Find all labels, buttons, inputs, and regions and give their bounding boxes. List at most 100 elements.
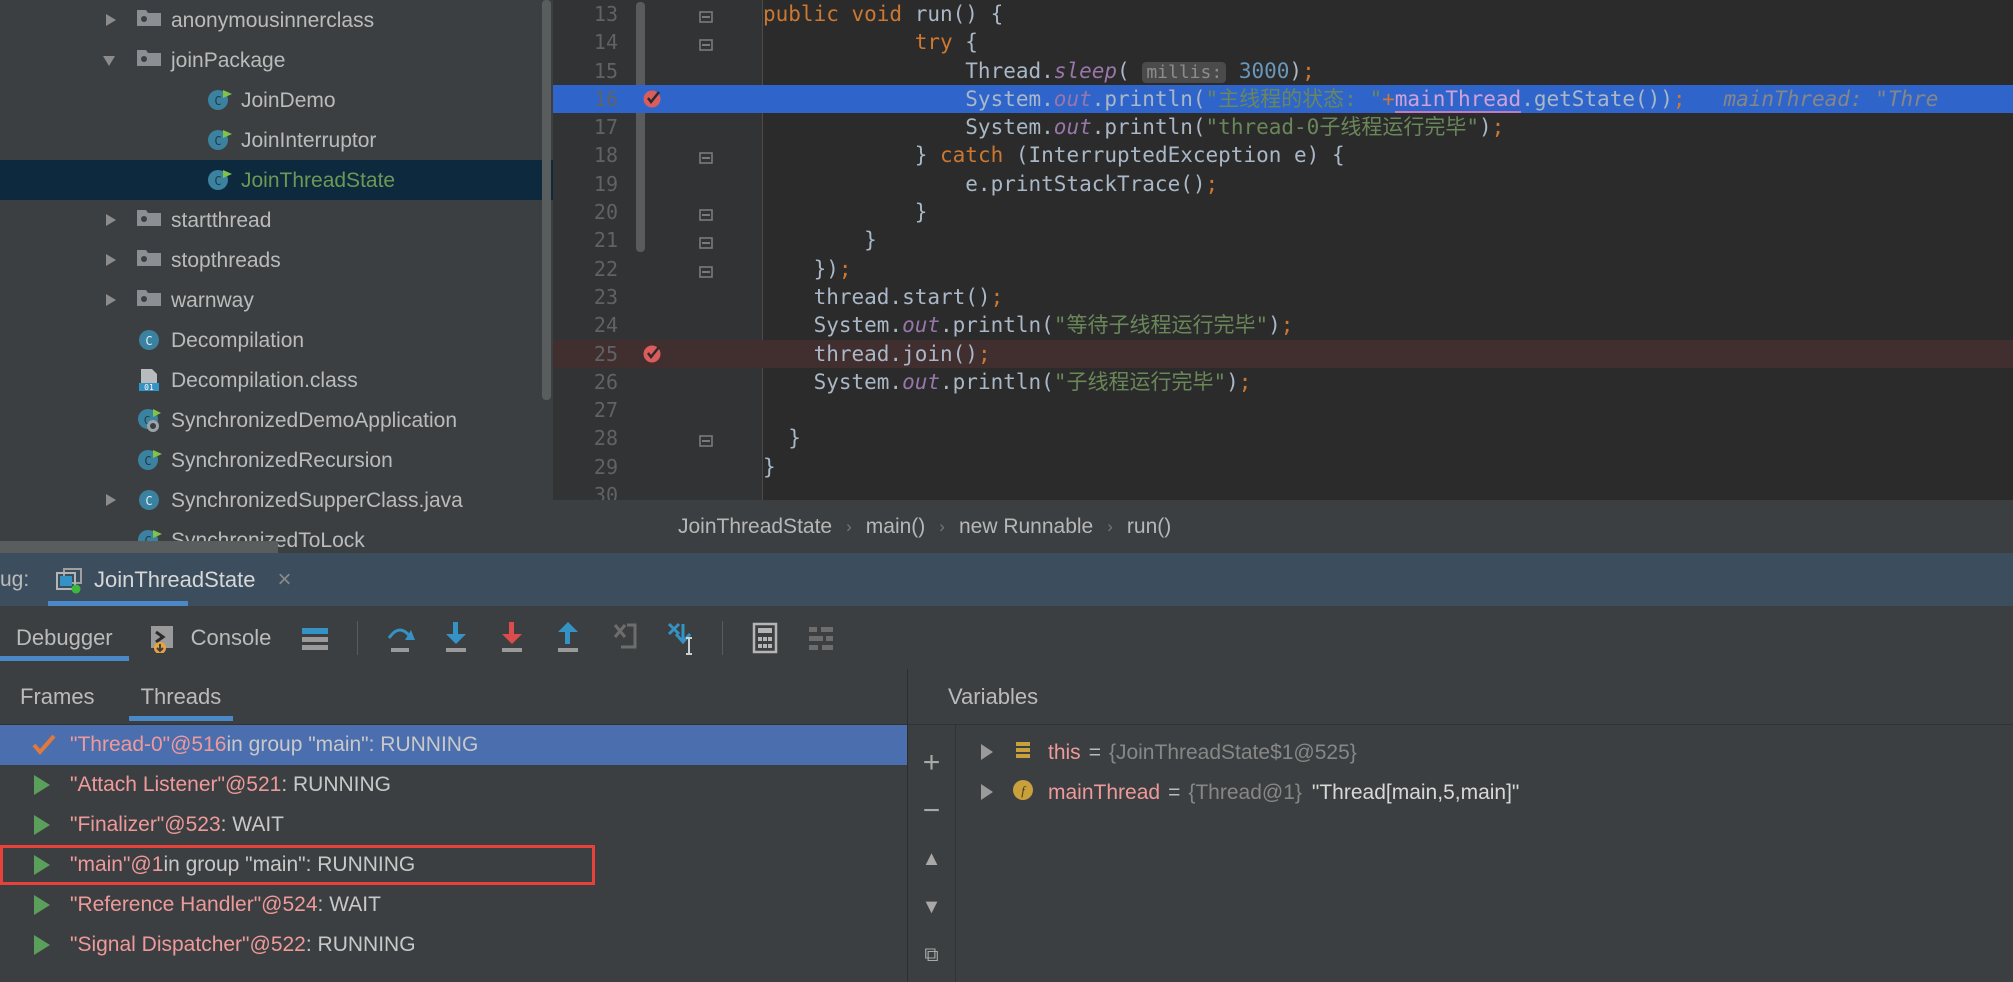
play-icon[interactable] — [32, 774, 54, 796]
variables-gutter-toolbar[interactable]: + − ▲ ▼ ⧉ — [908, 725, 956, 982]
code-editor[interactable]: 13 public void run() {14 try {15 Thread.s… — [553, 0, 2013, 553]
evaluate-expression-icon[interactable] — [743, 616, 787, 660]
code-text[interactable]: try { — [763, 28, 978, 56]
layout-settings-icon[interactable] — [293, 616, 337, 660]
code-text[interactable]: public void run() { — [763, 0, 1003, 28]
tree-item-warnway[interactable]: warnway — [0, 280, 553, 320]
code-line-23[interactable]: 23 thread.start(); — [553, 283, 2013, 311]
code-line-26[interactable]: 26 System.out.println("子线程运行完毕"); — [553, 368, 2013, 396]
chevron-right-icon[interactable] — [978, 783, 998, 803]
tree-item-decompilation[interactable]: C Decompilation — [0, 320, 553, 360]
fold-marker-icon[interactable] — [698, 430, 714, 448]
chevron-right-icon[interactable] — [100, 9, 122, 31]
code-line-28[interactable]: 28 } — [553, 424, 2013, 452]
code-line-27[interactable]: 27 — [553, 396, 2013, 424]
thread-row[interactable]: "Signal Dispatcher"@522: RUNNING — [0, 925, 907, 965]
play-icon[interactable] — [32, 894, 54, 916]
tree-vertical-scrollbar[interactable] — [542, 0, 551, 400]
tree-item-startthread[interactable]: startthread — [0, 200, 553, 240]
breadcrumb-item-1[interactable]: main() — [866, 515, 926, 539]
thread-row[interactable]: "Attach Listener"@521: RUNNING — [0, 765, 907, 805]
fold-marker-icon[interactable] — [698, 147, 714, 165]
fold-marker-icon[interactable] — [698, 34, 714, 52]
breadcrumb[interactable]: JoinThreadState › main() › new Runnable › run(… — [553, 500, 2013, 553]
code-text[interactable]: System.out.println("thread-0子线程运行完毕"); — [763, 113, 1504, 141]
play-icon[interactable] — [32, 934, 54, 956]
chevron-right-icon[interactable] — [100, 209, 122, 231]
code-text[interactable]: thread.start(); — [763, 283, 1004, 311]
thread-row[interactable]: "Thread-0"@516 in group "main": RUNNING — [0, 725, 907, 765]
chevron-down-icon[interactable] — [100, 49, 122, 71]
tree-item-joininterruptor[interactable]: C JoinInterruptor — [0, 120, 553, 160]
code-line-15[interactable]: 15 Thread.sleep( millis: 3000); — [553, 57, 2013, 85]
play-icon[interactable] — [32, 854, 54, 876]
remove-watch-icon[interactable]: − — [915, 787, 949, 835]
code-line-14[interactable]: 14 try { — [553, 28, 2013, 56]
thread-list[interactable]: "Thread-0"@516 in group "main": RUNNING "… — [0, 725, 907, 965]
code-line-30[interactable]: 30 — [553, 481, 2013, 500]
code-line-29[interactable]: 29} — [553, 453, 2013, 481]
code-text[interactable]: System.out.println("主线程的状态: "+mainThread… — [763, 85, 1938, 113]
breakpoint-verified-icon[interactable] — [643, 345, 662, 364]
code-text[interactable]: } — [763, 198, 928, 226]
breadcrumb-item-3[interactable]: run() — [1127, 515, 1171, 539]
code-text[interactable]: }); — [763, 255, 852, 283]
code-line-25[interactable]: 25 thread.join(); — [553, 339, 2013, 368]
force-step-into-icon[interactable] — [490, 616, 534, 660]
code-line-22[interactable]: 22 }); — [553, 255, 2013, 283]
fold-marker-icon[interactable] — [698, 6, 714, 23]
variable-row[interactable]: this = {JoinThreadState$1@525} — [956, 733, 2013, 773]
step-over-icon[interactable] — [378, 616, 422, 660]
code-text[interactable]: System.out.println("等待子线程运行完毕"); — [763, 311, 1294, 339]
code-text[interactable]: } — [763, 424, 801, 452]
tab-console[interactable]: Console — [191, 625, 288, 651]
console-icon[interactable] — [141, 616, 185, 660]
thread-row[interactable]: "Reference Handler"@524: WAIT — [0, 885, 907, 925]
step-into-icon[interactable] — [434, 616, 478, 660]
thread-row[interactable]: "main"@1 in group "main": RUNNING — [0, 845, 595, 885]
breadcrumb-item-0[interactable]: JoinThreadState — [678, 515, 832, 539]
code-line-20[interactable]: 20 } — [553, 198, 2013, 226]
move-up-icon[interactable]: ▲ — [915, 835, 949, 883]
tab-debugger[interactable]: Debugger — [0, 625, 129, 661]
tree-item-jointhreadstate[interactable]: C JoinThreadState — [0, 160, 553, 200]
fold-marker-icon[interactable] — [698, 232, 714, 250]
code-text[interactable]: } — [763, 453, 776, 481]
tab-frames[interactable]: Frames — [20, 684, 95, 710]
tree-item-decompilation-class[interactable]: 01 Decompilation.class — [0, 360, 553, 400]
copy-value-icon[interactable]: ⧉ — [915, 931, 949, 979]
tree-horizontal-scrollbar[interactable] — [0, 541, 278, 553]
move-down-icon[interactable]: ▼ — [915, 883, 949, 931]
tree-item-synchronizedrecursion[interactable]: C SynchronizedRecursion — [0, 440, 553, 480]
tree-item-joindemo[interactable]: C JoinDemo — [0, 80, 553, 120]
chevron-right-icon[interactable] — [100, 249, 122, 271]
code-line-19[interactable]: 19 e.printStackTrace(); — [553, 170, 2013, 198]
frames-tab-bar[interactable]: Frames Threads — [0, 669, 907, 725]
project-tree[interactable]: anonymousinnerclass joinPackage C JoinDemo C… — [0, 0, 553, 553]
chevron-right-icon[interactable] — [978, 743, 998, 763]
close-icon[interactable]: × — [277, 566, 291, 594]
code-text[interactable]: Thread.sleep( millis: 3000); — [763, 57, 1315, 87]
fold-marker-icon[interactable] — [698, 261, 714, 278]
play-icon[interactable] — [32, 814, 54, 836]
tree-item-synchronizedsupperclass-java[interactable]: C SynchronizedSupperClass.java — [0, 480, 553, 520]
debugger-toolbar[interactable]: Debugger Console — [0, 606, 2013, 669]
tree-item-joinpackage[interactable]: joinPackage — [0, 40, 553, 80]
tree-item-stopthreads[interactable]: stopthreads — [0, 240, 553, 280]
code-text[interactable]: e.printStackTrace(); — [763, 170, 1218, 198]
breadcrumb-item-2[interactable]: new Runnable — [959, 515, 1093, 539]
tree-item-anonymousinnerclass[interactable]: anonymousinnerclass — [0, 0, 553, 40]
chevron-right-icon[interactable] — [100, 289, 122, 311]
code-text[interactable]: } — [763, 226, 877, 254]
code-line-24[interactable]: 24 System.out.println("等待子线程运行完毕"); — [553, 311, 2013, 339]
step-out-icon[interactable] — [546, 616, 590, 660]
code-line-18[interactable]: 18 } catch (InterruptedException e) { — [553, 141, 2013, 169]
code-text[interactable]: thread.join(); — [763, 340, 991, 368]
chevron-right-icon[interactable] — [100, 489, 122, 511]
mute-breakpoints-icon[interactable] — [799, 616, 843, 660]
code-line-17[interactable]: 17 System.out.println("thread-0子线程运行完毕")… — [553, 113, 2013, 141]
tab-threads[interactable]: Threads — [128, 684, 233, 721]
code-line-16[interactable]: 16 System.out.println("主线程的状态: "+mainThr… — [553, 84, 2013, 114]
fold-marker-icon[interactable] — [698, 204, 714, 221]
code-text[interactable]: } catch (InterruptedException e) { — [763, 141, 1345, 169]
